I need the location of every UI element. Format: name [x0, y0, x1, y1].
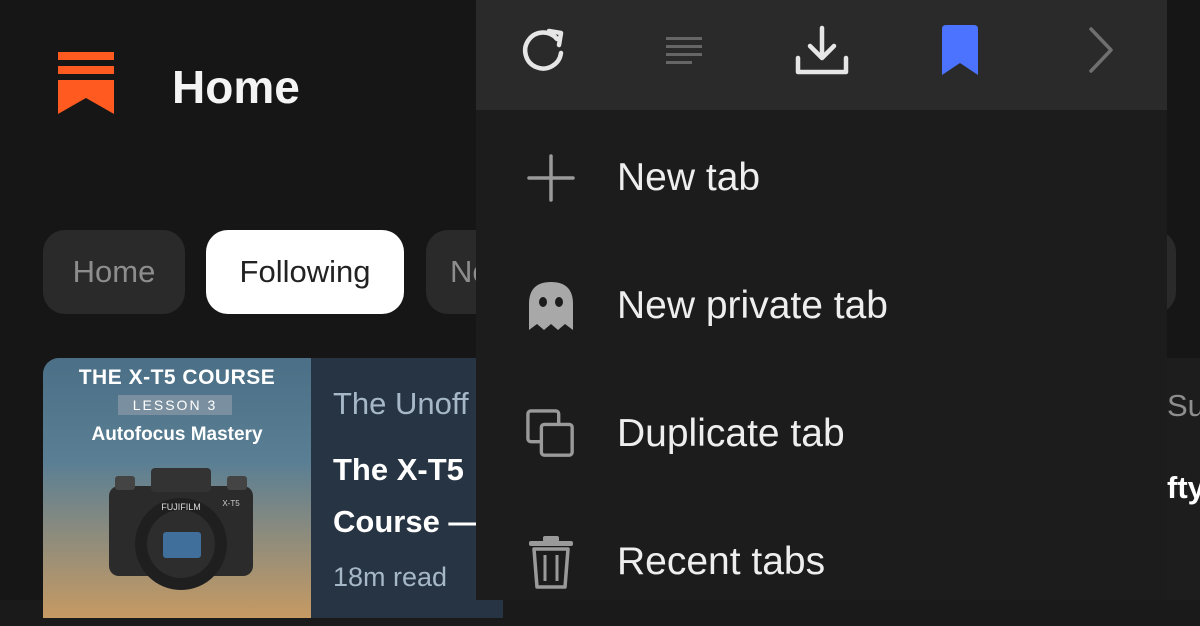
post-publication: The Unoff: [333, 386, 469, 421]
plus-icon: [526, 153, 576, 203]
menu-item-recent-tabs[interactable]: Recent tabs: [476, 498, 1167, 626]
thumbnail-subtitle: Autofocus Mastery: [91, 424, 263, 445]
partial-post-title: fty: [1167, 470, 1200, 505]
menu-item-duplicate-tab[interactable]: Duplicate tab: [476, 370, 1167, 498]
camera-illustration: FUJIFILM X-T5: [109, 468, 253, 590]
bookmark-icon: [942, 25, 978, 75]
tab-home[interactable]: Home: [43, 230, 185, 314]
bookmark-button[interactable]: [928, 18, 992, 82]
post-read-time: 18m read: [333, 562, 448, 592]
reader-mode-button[interactable]: [652, 18, 716, 82]
post-card-partial[interactable]: Su fty: [1167, 358, 1200, 600]
download-button[interactable]: [790, 18, 854, 82]
browser-overflow-menu: New tab New private tab Duplicate tab Re…: [476, 0, 1167, 600]
tab-following[interactable]: Following: [206, 230, 404, 314]
menu-item-label: Recent tabs: [617, 540, 826, 583]
reader-mode-icon: [666, 37, 702, 64]
post-title-line-1: The X-T5: [333, 452, 464, 487]
substack-logo-icon[interactable]: [58, 52, 114, 114]
post-card[interactable]: THE X-T5 COURSE LESSON 3 Autofocus Maste…: [43, 358, 503, 618]
reload-button[interactable]: [512, 18, 576, 82]
forward-button[interactable]: [1068, 18, 1132, 82]
camera-brand-label: FUJIFILM: [161, 502, 201, 512]
menu-item-new-tab[interactable]: New tab: [476, 114, 1167, 242]
thumbnail-lesson-badge: LESSON 3: [118, 395, 232, 415]
post-title-line-2: Course —: [333, 504, 480, 539]
reload-icon: [522, 28, 564, 71]
ghost-icon: [526, 281, 576, 331]
page-title: Home: [172, 61, 300, 113]
menu-toolbar: [476, 0, 1167, 110]
chevron-right-icon: [1089, 27, 1113, 73]
camera-model-label: X-T5: [222, 499, 240, 508]
partial-post-publication: Su: [1167, 388, 1200, 423]
post-title: The X-T5 Course —: [333, 444, 479, 548]
duplicate-icon: [526, 409, 576, 459]
menu-item-label: New private tab: [617, 284, 888, 327]
download-icon: [795, 25, 849, 75]
post-thumbnail: THE X-T5 COURSE LESSON 3 Autofocus Maste…: [43, 358, 311, 618]
menu-item-new-private-tab[interactable]: New private tab: [476, 242, 1167, 370]
thumbnail-course-title: THE X-T5 COURSE: [78, 366, 276, 389]
menu-item-label: New tab: [617, 156, 761, 199]
trash-icon: [526, 536, 576, 589]
menu-item-label: Duplicate tab: [617, 412, 845, 455]
